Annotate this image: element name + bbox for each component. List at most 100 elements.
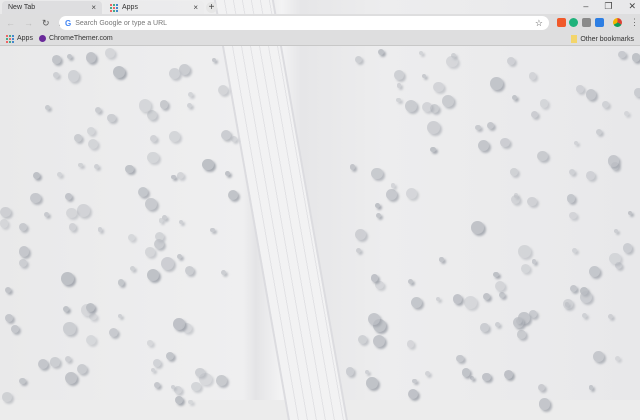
snow-tree xyxy=(623,110,629,116)
snow-tree xyxy=(576,84,584,93)
restore-button[interactable]: ❐ xyxy=(604,1,612,12)
extension-icon[interactable] xyxy=(595,18,604,27)
snow-tree xyxy=(107,113,116,123)
minimize-button[interactable]: – xyxy=(583,1,588,12)
snow-tree xyxy=(364,369,370,374)
snow-tree xyxy=(418,50,423,55)
snow-tree xyxy=(216,375,227,386)
snow-tree xyxy=(539,99,549,108)
snow-tree xyxy=(452,293,463,304)
snow-tree xyxy=(405,187,418,200)
forward-button[interactable]: → xyxy=(24,18,33,29)
folder-icon xyxy=(571,35,578,43)
menu-icon[interactable]: ⋮ xyxy=(630,17,639,28)
snow-tree xyxy=(456,354,464,363)
snow-tree xyxy=(366,377,378,389)
snow-tree xyxy=(499,291,506,298)
snow-tree xyxy=(593,350,604,362)
tab-title: New Tab xyxy=(8,4,36,11)
tab-apps[interactable]: Apps × xyxy=(104,1,204,14)
snow-tree xyxy=(161,256,175,270)
tab-new-tab[interactable]: New Tab × xyxy=(2,1,102,14)
snow-tree xyxy=(168,131,180,142)
snow-tree xyxy=(94,163,100,169)
snow-tree xyxy=(531,259,536,264)
snow-tree xyxy=(407,388,418,399)
snow-tree xyxy=(500,137,510,148)
other-bookmarks[interactable]: Other bookmarks xyxy=(571,35,634,43)
snow-tree xyxy=(439,257,444,262)
snow-tree xyxy=(371,167,383,180)
snow-tree xyxy=(64,355,71,362)
snow-tree xyxy=(77,204,90,217)
snow-tree xyxy=(517,330,526,339)
snow-tree xyxy=(609,252,621,265)
snow-tree xyxy=(128,233,135,241)
snow-tree xyxy=(45,104,50,110)
snow-tree xyxy=(146,109,157,120)
snow-tree xyxy=(188,399,193,404)
profile-avatar-icon[interactable] xyxy=(613,18,622,27)
snow-tree xyxy=(608,314,613,320)
snow-tree xyxy=(147,340,153,346)
back-button[interactable]: ← xyxy=(6,18,15,29)
snow-tree xyxy=(411,378,417,384)
apps-icon xyxy=(6,34,14,43)
snow-tree xyxy=(569,211,577,219)
snow-tree xyxy=(105,48,115,58)
close-icon[interactable]: × xyxy=(91,3,96,12)
snow-tree xyxy=(370,273,379,282)
snow-tree xyxy=(354,229,366,241)
snow-tree xyxy=(356,247,362,253)
snow-tree xyxy=(18,222,27,231)
snow-tree xyxy=(410,297,422,309)
snow-tree xyxy=(396,83,402,88)
snow-tree xyxy=(461,367,471,377)
snow-tree xyxy=(78,162,83,168)
snow-tree xyxy=(63,322,76,335)
close-icon[interactable]: × xyxy=(193,3,198,12)
google-icon: G xyxy=(65,18,72,28)
snow-tree xyxy=(199,372,212,386)
chromethemer-icon xyxy=(38,35,46,42)
snow-tree xyxy=(2,392,12,402)
close-window-button[interactable]: ✕ xyxy=(628,1,636,12)
bookmark-star-icon[interactable]: ☆ xyxy=(535,18,543,29)
snow-tree xyxy=(158,217,164,223)
snow-tree xyxy=(97,227,103,232)
omnibox[interactable]: G Search Google or type a URL ☆ xyxy=(59,16,549,30)
snow-tree xyxy=(30,193,41,204)
snow-tree xyxy=(85,302,96,313)
snow-tree xyxy=(202,158,214,171)
tab-strip: New Tab × Apps × + – ❐ ✕ xyxy=(0,0,640,14)
omnibox-input[interactable]: Search Google or type a URL xyxy=(75,20,167,27)
bookmark-label: Apps xyxy=(17,35,33,42)
bookmark-apps[interactable]: Apps xyxy=(6,34,33,43)
reload-button[interactable]: ↻ xyxy=(42,18,50,29)
snow-tree xyxy=(404,99,418,112)
extension-icon[interactable] xyxy=(557,18,566,27)
snow-tree xyxy=(87,126,96,135)
snow-tree xyxy=(217,84,228,96)
pocket-icon[interactable] xyxy=(582,18,591,27)
snow-tree xyxy=(471,221,484,234)
snow-tree xyxy=(634,88,640,97)
snow-tree xyxy=(375,280,384,290)
snow-tree xyxy=(563,299,573,309)
grammarly-icon[interactable] xyxy=(569,18,578,27)
bookmark-label: ChromeThemer.com xyxy=(48,35,113,42)
snow-tree xyxy=(144,197,157,210)
snow-tree xyxy=(427,121,441,134)
snow-tree xyxy=(442,95,455,107)
snow-tree xyxy=(173,317,185,330)
snow-tree xyxy=(421,74,426,79)
snow-tree xyxy=(62,305,70,312)
new-tab-button[interactable]: + xyxy=(206,2,217,13)
snow-tree xyxy=(480,323,489,332)
snow-tree xyxy=(421,102,432,113)
snow-tree xyxy=(602,101,609,108)
snow-tree xyxy=(475,124,481,131)
snow-tree xyxy=(187,91,193,97)
bookmark-chromethemer[interactable]: ChromeThemer.com xyxy=(38,35,113,42)
snow-road xyxy=(212,0,348,420)
